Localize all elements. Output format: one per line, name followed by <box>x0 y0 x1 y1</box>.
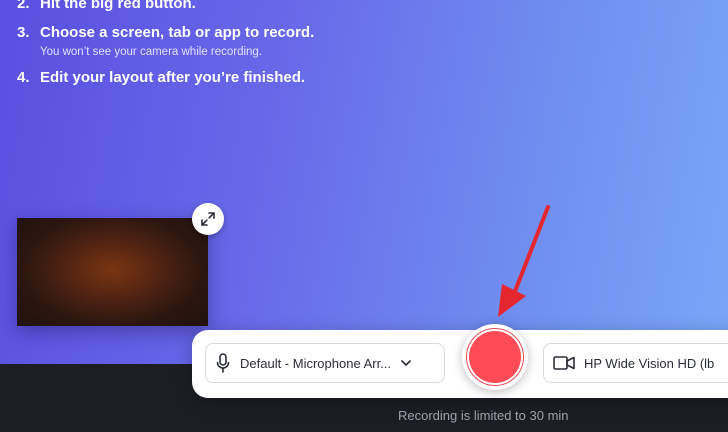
step-number: 2. <box>17 0 30 12</box>
camera-selected-value: HP Wide Vision HD (lb <box>584 355 715 371</box>
step-text: Choose a screen, tab or app to record. <box>40 24 315 41</box>
step-content: Choose a screen, tab or app to record. Y… <box>40 23 314 59</box>
step-note: You won’t see your camera while recordin… <box>40 46 263 58</box>
instruction-list: 2. Hit the big red button. 3. Choose a s… <box>17 0 314 97</box>
recording-limit-note: Recording is limited to 30 min <box>398 408 569 423</box>
recording-stage: 2. Hit the big red button. 3. Choose a s… <box>0 0 728 364</box>
chevron-down-icon <box>401 360 411 366</box>
microphone-select[interactable]: Default - Microphone Arr... <box>205 343 445 383</box>
record-button-ring <box>462 324 528 390</box>
expand-icon <box>201 212 215 226</box>
instruction-step-2: 2. Hit the big red button. <box>17 0 314 14</box>
step-text: Edit your layout after you’re finished. <box>40 69 306 86</box>
step-text: Hit the big red button. <box>40 0 196 12</box>
video-camera-icon <box>553 356 575 370</box>
record-button[interactable] <box>466 328 524 386</box>
step-number: 3. <box>17 24 30 41</box>
instruction-step-3: 3. Choose a screen, tab or app to record… <box>17 23 314 59</box>
camera-preview[interactable] <box>17 218 208 326</box>
instruction-step-4: 4. Edit your layout after you’re finishe… <box>17 68 314 88</box>
step-number: 4. <box>17 69 30 86</box>
record-dot-icon <box>469 331 521 383</box>
expand-preview-button[interactable] <box>192 203 224 235</box>
camera-select[interactable]: HP Wide Vision HD (lb <box>543 343 728 383</box>
microphone-selected-value: Default - Microphone Arr... <box>240 355 392 371</box>
microphone-icon <box>216 353 230 373</box>
